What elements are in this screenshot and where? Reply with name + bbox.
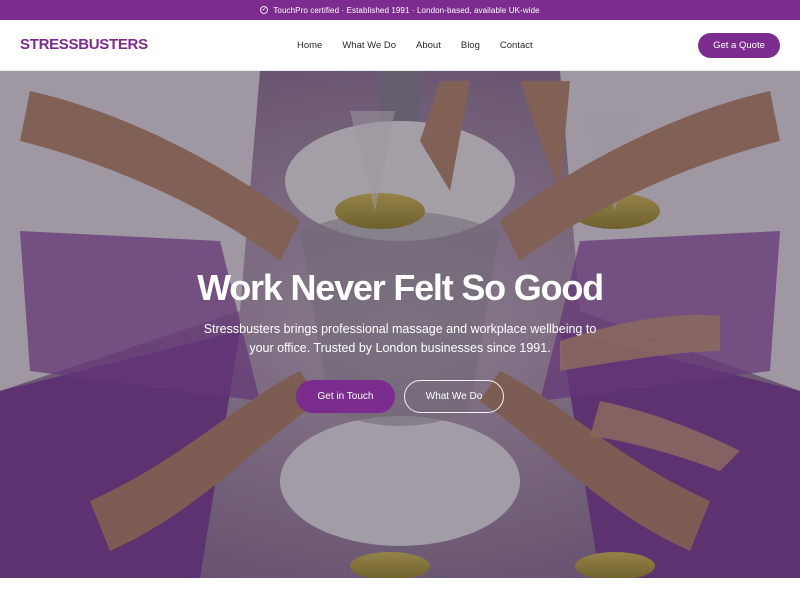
check-circle-icon: ✓: [260, 6, 269, 14]
get-a-quote-button[interactable]: Get a Quote: [698, 33, 780, 58]
hero-content: Work Never Felt So Good Stressbusters br…: [0, 71, 800, 578]
hero-subtitle: Stressbusters brings professional massag…: [203, 322, 597, 355]
nav-blog[interactable]: Blog: [461, 40, 480, 51]
nav-what-we-do[interactable]: What We Do: [342, 40, 396, 51]
nav-about[interactable]: About: [416, 40, 441, 51]
announcement-text: TouchPro certified · Established 1991 · …: [273, 5, 540, 15]
hero-section: Work Never Felt So Good Stressbusters br…: [0, 71, 800, 578]
what-we-do-button[interactable]: What We Do: [404, 380, 504, 413]
site-logo[interactable]: STRESSBUSTERS: [20, 36, 148, 53]
site-header: STRESSBUSTERS Home What We Do About Blog…: [0, 20, 800, 71]
get-in-touch-button[interactable]: Get in Touch: [296, 380, 395, 413]
main-nav: Home What We Do About Blog Contact: [287, 20, 543, 71]
nav-contact[interactable]: Contact: [500, 40, 533, 51]
announcement-bar: ✓ TouchPro certified · Established 1991 …: [0, 0, 800, 20]
nav-home[interactable]: Home: [297, 40, 322, 51]
below-hero-strip: [0, 578, 800, 600]
hero-title: Work Never Felt So Good: [197, 267, 604, 308]
